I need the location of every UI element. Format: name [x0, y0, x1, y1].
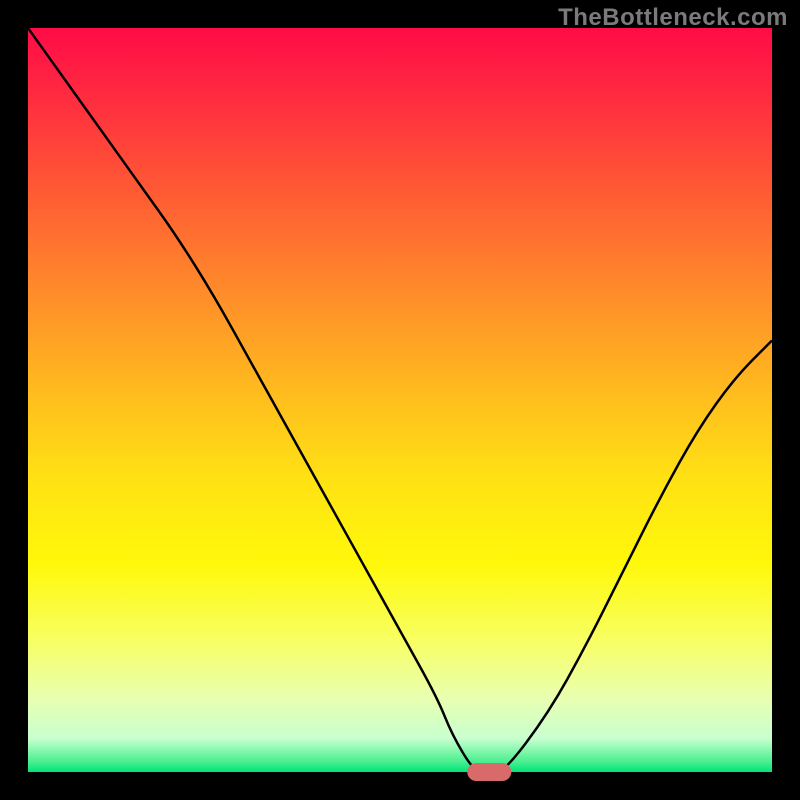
- min-marker: [467, 763, 511, 781]
- chart-container: TheBottleneck.com: [0, 0, 800, 800]
- plot-background: [28, 28, 772, 772]
- chart-svg: [0, 0, 800, 800]
- watermark-text: TheBottleneck.com: [558, 4, 788, 32]
